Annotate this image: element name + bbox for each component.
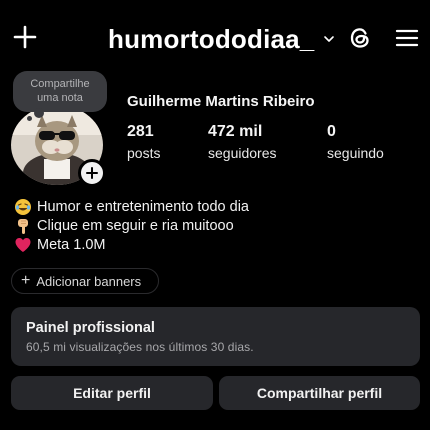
- profile-full-name: Guilherme Martins Ribeiro: [127, 93, 315, 110]
- bio-text: Meta 1.0M: [37, 237, 106, 253]
- professional-dashboard[interactable]: Painel profissional 60,5 mi visualizaçõe…: [11, 307, 420, 366]
- professional-dashboard-title: Painel profissional: [26, 320, 155, 336]
- note-tail: [34, 108, 44, 118]
- following-label[interactable]: seguindo: [327, 145, 384, 161]
- plus-icon: [86, 167, 98, 179]
- username: humortododiaa_: [108, 23, 315, 54]
- note-tail-small: [27, 116, 32, 121]
- bio-text: Humor e entretenimento todo dia: [37, 199, 249, 215]
- add-banners-button[interactable]: + Adicionar banners: [11, 268, 159, 294]
- plus-icon[interactable]: [10, 22, 40, 52]
- share-profile-button[interactable]: Compartilhar perfil: [219, 376, 420, 410]
- note-text-line2: uma nota: [37, 92, 83, 104]
- posts-label[interactable]: posts: [127, 145, 160, 161]
- threads-icon[interactable]: [346, 24, 374, 52]
- add-story-button[interactable]: [78, 159, 106, 187]
- bio-line: Clique em seguir e ria muitooo: [14, 217, 234, 235]
- bio-line: Meta 1.0M: [14, 236, 106, 254]
- chevron-down-icon: [322, 32, 336, 46]
- following-count[interactable]: 0: [327, 123, 336, 141]
- posts-count[interactable]: 281: [127, 123, 154, 141]
- followers-count[interactable]: 472 mil: [208, 123, 262, 141]
- professional-dashboard-subtitle: 60,5 mi visualizações nos últimos 30 dia…: [26, 340, 254, 354]
- note-text-line1: Compartilhe: [30, 78, 90, 90]
- laughing-face-icon: [14, 198, 32, 216]
- plus-icon: +: [21, 272, 31, 289]
- edit-profile-button[interactable]: Editar perfil: [11, 376, 213, 410]
- pointing-down-hand-icon: [14, 217, 32, 235]
- account-switcher[interactable]: humortododiaa_: [108, 24, 336, 54]
- followers-label[interactable]: seguidores: [208, 145, 277, 161]
- bio-line: Humor e entretenimento todo dia: [14, 198, 249, 216]
- red-heart-icon: [14, 236, 32, 254]
- add-banners-label: Adicionar banners: [36, 273, 142, 289]
- menu-icon[interactable]: [394, 25, 420, 51]
- bio-text: Clique em seguir e ria muitooo: [37, 218, 234, 234]
- note-bubble[interactable]: Compartilhe uma nota: [13, 71, 107, 112]
